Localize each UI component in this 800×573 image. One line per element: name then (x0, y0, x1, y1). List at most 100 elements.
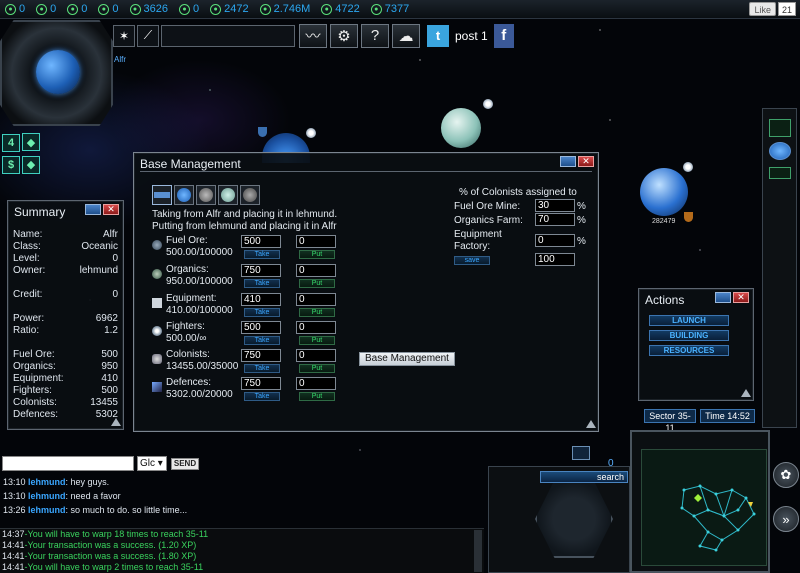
resource-value: 3626 (143, 3, 168, 15)
fast-forward-icon[interactable]: » (773, 506, 799, 532)
put-button-fuel[interactable]: Put (299, 250, 335, 259)
put-button-organics[interactable]: Put (299, 279, 335, 288)
star-icon[interactable]: ✶ (113, 24, 135, 47)
planet-label: 282479 (652, 218, 676, 225)
building-button[interactable]: BUILDING (649, 330, 729, 341)
put-input-equipment[interactable]: 0 (296, 293, 336, 306)
cloud-icon[interactable]: ☁ (392, 23, 420, 48)
resize-handle[interactable] (741, 389, 751, 397)
take-button-organics[interactable]: Take (244, 279, 280, 288)
close-button[interactable]: ✕ (733, 292, 749, 303)
take-button-equipment[interactable]: Take (244, 308, 280, 317)
resource-amount: 5302.00/20000 (166, 389, 233, 400)
organics-farm-label: Organics Farm: (454, 215, 523, 226)
take-input-equipment[interactable]: 410 (241, 293, 281, 306)
sector-map[interactable] (641, 449, 767, 566)
close-button[interactable]: ✕ (578, 156, 594, 167)
summary-label: Credit: (13, 289, 43, 300)
resource-value: 0 (81, 3, 88, 15)
globe-icon[interactable] (769, 142, 791, 160)
defences-icon (152, 382, 162, 392)
put-input-colonists[interactable]: 0 (296, 349, 336, 362)
resource-amount: 500.00/∞ (166, 333, 207, 344)
post-link[interactable]: post 1 (455, 29, 488, 43)
planet-select-icon[interactable] (196, 185, 216, 205)
pen-icon[interactable] (769, 119, 791, 137)
help-button[interactable]: ? (361, 23, 389, 48)
resize-handle[interactable] (586, 420, 596, 428)
chat-input[interactable] (2, 456, 134, 471)
facebook-icon[interactable]: f (493, 23, 514, 48)
base-management-button[interactable]: Base Management (359, 352, 455, 366)
launch-button[interactable]: LAUNCH (649, 315, 729, 326)
summary-label: Power: (13, 313, 45, 324)
money-icon[interactable]: $ (2, 156, 20, 174)
take-input-fuel[interactable]: 500 (241, 235, 281, 248)
take-input-defences[interactable]: 750 (241, 377, 281, 390)
flower-menu-icon[interactable]: ✿ (773, 462, 799, 488)
current-planet-icon[interactable] (36, 50, 80, 94)
resources-button[interactable]: RESOURCES (649, 345, 729, 356)
put-button-fighters[interactable]: Put (299, 336, 335, 345)
take-button-defences[interactable]: Take (244, 392, 280, 401)
settings-gear-icon[interactable]: ⚙ (330, 23, 358, 48)
wand-icon[interactable]: ⟋ (137, 24, 159, 47)
take-button-fighters[interactable]: Take (244, 336, 280, 345)
chat-channel-select[interactable]: Glc ▾ (137, 456, 167, 471)
planet-select-icon[interactable] (218, 185, 238, 205)
put-button-colonists[interactable]: Put (299, 364, 335, 373)
fuel-ore-icon (152, 240, 162, 250)
planet-select-icon[interactable] (174, 185, 194, 205)
planet-icon-moon[interactable] (441, 108, 481, 148)
base-management-window: Base Management ✕ Taking from Alfr and p… (133, 152, 599, 432)
flower-icon (683, 162, 693, 172)
organics-farm-input[interactable]: 70 (535, 213, 575, 226)
pct-sign: % (577, 215, 586, 226)
log-text: -Your transaction was a success. (1.80 X… (24, 551, 197, 561)
like-button[interactable]: Like (749, 2, 776, 16)
minimize-button[interactable] (715, 292, 731, 303)
take-input-fighters[interactable]: 500 (241, 321, 281, 334)
minimize-button[interactable] (85, 204, 101, 215)
twitter-icon[interactable]: t (427, 24, 449, 47)
chat-user[interactable]: lehmund (28, 505, 66, 515)
chat-user[interactable]: lehmund (28, 477, 66, 487)
crystal-icon-2[interactable]: ◆ (22, 155, 40, 174)
minimize-button[interactable] (560, 156, 576, 167)
planet-select-icon[interactable] (240, 185, 260, 205)
like-widget[interactable]: Like 21 (749, 2, 796, 16)
stats-chart-icon[interactable]: 〰 (299, 23, 327, 48)
summary-value: lehmund (79, 265, 118, 276)
level-badge-icon[interactable]: 4 (2, 133, 20, 152)
search-button[interactable]: search (540, 471, 628, 483)
put-input-fuel[interactable]: 0 (296, 235, 336, 248)
save-button[interactable]: save (454, 256, 490, 265)
resize-handle[interactable] (111, 418, 121, 426)
put-input-fighters[interactable]: 0 (296, 321, 336, 334)
time-indicator: Time 14:52 (700, 409, 755, 423)
put-input-organics[interactable]: 0 (296, 264, 336, 277)
log-text: -You will have to warp 18 times to reach… (24, 529, 209, 539)
take-button-fuel[interactable]: Take (244, 250, 280, 259)
planet-icon-ocean[interactable] (640, 168, 688, 216)
close-button[interactable]: ✕ (103, 204, 119, 215)
resource-label: Fighters: (166, 321, 205, 332)
ship-icon[interactable] (572, 446, 590, 460)
ship-select-icon[interactable] (152, 185, 172, 205)
put-button-equipment[interactable]: Put (299, 308, 335, 317)
put-button-defences[interactable]: Put (299, 392, 335, 401)
chat-send-button[interactable]: SEND (171, 458, 199, 470)
take-input-organics[interactable]: 750 (241, 264, 281, 277)
chat-user[interactable]: lehmund (28, 491, 66, 501)
ship-icon[interactable] (769, 167, 791, 179)
colonist-heading: % of Colonists assigned to (459, 187, 577, 198)
crystal-icon[interactable]: ◆ (22, 133, 40, 151)
summary-value: Oceanic (81, 241, 118, 252)
take-input-colonists[interactable]: 750 (241, 349, 281, 362)
log-scrollbar[interactable] (474, 530, 482, 572)
summary-row: Equipment: 410 (8, 373, 123, 385)
equipment-factory-input[interactable]: 0 (535, 234, 575, 247)
fuel-mine-input[interactable]: 30 (535, 199, 575, 212)
take-button-colonists[interactable]: Take (244, 364, 280, 373)
put-input-defences[interactable]: 0 (296, 377, 336, 390)
